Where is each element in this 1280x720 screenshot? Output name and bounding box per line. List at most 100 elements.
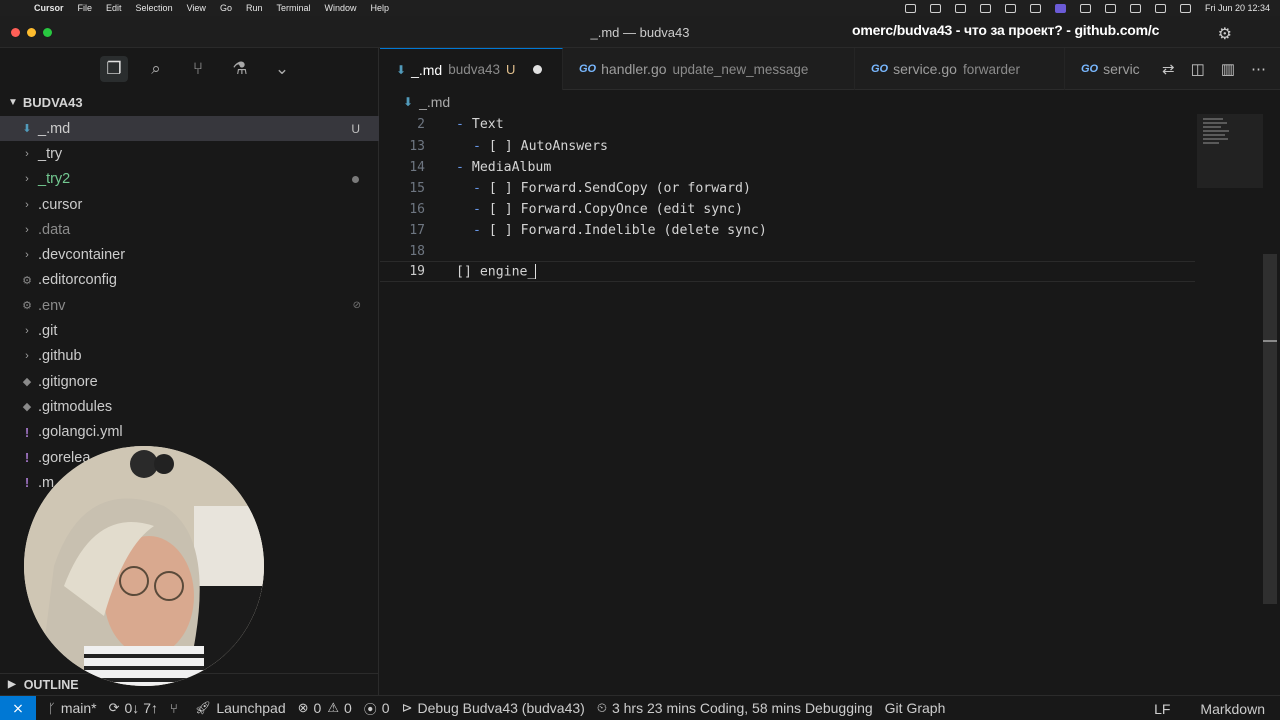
input-source-icon[interactable] <box>1104 3 1116 13</box>
code-text: - [ ] Forward.Indelible (delete sync) <box>473 223 767 238</box>
explorer-root-header[interactable]: ▼ BUDVA43 <box>0 92 379 112</box>
folder-item[interactable]: › .data <box>0 217 379 242</box>
remote-indicator-icon[interactable]: ⨯ <box>0 695 36 720</box>
search-icon[interactable] <box>1154 3 1166 13</box>
code-line[interactable]: 16 - [ ] Forward.CopyOnce (edit sync) <box>380 199 1195 220</box>
breadcrumb-file[interactable]: _.md <box>419 94 450 110</box>
menu-app[interactable]: Cursor <box>34 3 64 13</box>
control-center-icon[interactable] <box>1179 3 1191 13</box>
code-line[interactable]: 17 - [ ] Forward.Indelible (delete sync) <box>380 220 1195 241</box>
go-file-icon: GO <box>579 63 597 75</box>
yaml-file-icon: ! <box>24 475 30 491</box>
menu-file[interactable]: File <box>78 3 93 13</box>
folder-item[interactable]: › .cursor <box>0 192 379 217</box>
vertical-scrollbar[interactable] <box>1263 254 1277 604</box>
file-item[interactable]: ⬇ _.md U <box>0 116 379 142</box>
file-item[interactable]: ⚙ .env ⊘ <box>0 293 379 318</box>
go-file-icon: GO <box>1081 63 1099 75</box>
toggle-icon-item[interactable]: ⑂ <box>170 701 183 716</box>
volume-icon[interactable] <box>1079 3 1091 13</box>
file-item[interactable]: ◆ .gitignore <box>0 369 379 394</box>
testing-flask-icon[interactable]: ⚗ <box>226 56 254 82</box>
file-name: .data <box>38 221 71 238</box>
end-of-line[interactable]: LF <box>1154 701 1170 717</box>
tray-icon[interactable] <box>929 3 941 13</box>
file-item[interactable]: ! .golangci.yml <box>0 420 379 445</box>
folder-item[interactable]: › .devcontainer <box>0 242 379 267</box>
code-line[interactable]: 13 - [ ] AutoAnswers <box>380 136 1195 157</box>
code-line[interactable]: 14 - MediaAlbum <box>380 157 1195 178</box>
code-line[interactable]: 2 - Text <box>380 114 1195 135</box>
tray-icon[interactable] <box>904 3 916 13</box>
git-status-badge: U <box>351 121 360 136</box>
menu-go[interactable]: Go <box>220 3 232 13</box>
menu-selection[interactable]: Selection <box>136 3 173 13</box>
file-item[interactable]: ⚙ .editorconfig <box>0 268 379 293</box>
menubar-clock[interactable]: Fri Jun 20 12:34 <box>1205 3 1270 13</box>
menu-terminal[interactable]: Terminal <box>276 3 310 13</box>
folder-item[interactable]: › _try2 <box>0 167 379 192</box>
launchpad-item[interactable]: 🚀︎ Launchpad <box>195 700 286 716</box>
warning-count: 0 <box>343 700 352 716</box>
sync-status[interactable]: ⟳ 0↓ 7↑ <box>109 700 158 716</box>
explorer-files-icon[interactable]: ❐ <box>100 56 128 82</box>
chevron-right-icon: › <box>25 350 29 363</box>
file-name: .github <box>38 348 82 365</box>
folder-item[interactable]: › _try <box>0 141 379 166</box>
tab-description: forwarder <box>962 61 1020 77</box>
code-line[interactable]: 18 <box>380 241 1195 262</box>
webcam-person-image <box>24 446 264 686</box>
problems-indicator[interactable]: ⊗ 0 ⚠ 0 <box>298 700 352 716</box>
code-line[interactable]: 19 [] engine_ <box>380 261 1195 282</box>
open-preview-icon[interactable]: ◫ <box>1191 60 1205 78</box>
scrollbar-cursor-marker <box>1263 340 1277 342</box>
editor-tab-bar: ⬇ _.md budva43 U GO handler.go update_ne… <box>380 48 1280 90</box>
code-editor[interactable]: 2 - Text 13 - [ ] AutoAnswers 14 - MediaAlbum… <box>380 114 1200 684</box>
more-actions-icon[interactable]: ⋯ <box>1251 60 1266 78</box>
status-bar: ⨯ ᚴ main* ⟳ 0↓ 7↑ ⑂ 🚀︎ Launchpad ⊗ 0 ⚠ 0… <box>0 695 1280 720</box>
folder-item[interactable]: › .git <box>0 318 379 343</box>
tab-service-truncated[interactable]: GO servic <box>1065 48 1145 90</box>
tray-icon[interactable] <box>954 3 966 13</box>
menu-view[interactable]: View <box>187 3 206 13</box>
time-tracker-label: 3 hrs 23 mins Coding, 58 mins Debugging <box>611 700 873 716</box>
branch-indicator[interactable]: ᚴ main* <box>48 700 97 716</box>
tray-icon[interactable] <box>1004 3 1016 13</box>
gear-icon: ⚙ <box>22 274 32 287</box>
git-graph-item[interactable]: Git Graph <box>885 700 946 716</box>
tab-handler-go[interactable]: GO handler.go update_new_message <box>563 48 855 90</box>
source-control-icon[interactable]: ⑂ <box>184 56 212 82</box>
menu-edit[interactable]: Edit <box>106 3 122 13</box>
yaml-file-icon: ! <box>24 450 30 465</box>
tab-md[interactable]: ⬇ _.md budva43 U <box>380 48 563 90</box>
wifi-icon[interactable] <box>1129 3 1141 13</box>
settings-gear-icon[interactable]: ⚙ <box>1218 24 1232 44</box>
menu-run[interactable]: Run <box>246 3 263 13</box>
minimap[interactable] <box>1197 114 1263 188</box>
time-tracker[interactable]: ⏲ 3 hrs 23 mins Coding, 58 mins Debuggin… <box>597 700 873 716</box>
menu-help[interactable]: Help <box>371 3 390 13</box>
breadcrumb[interactable]: ⬇ _.md <box>403 94 450 110</box>
split-editor-icon[interactable]: ▥ <box>1221 60 1235 78</box>
screen-mirror-icon[interactable] <box>1054 3 1066 13</box>
compare-changes-icon[interactable]: ⇄ <box>1162 60 1175 78</box>
ports-indicator[interactable]: ⦿ 0 <box>364 699 390 718</box>
language-mode[interactable]: Markdown <box>1200 701 1265 717</box>
list-bullet: - <box>456 117 472 132</box>
debug-config[interactable]: ⊳ Debug Budva43 (budva43) <box>402 700 585 716</box>
tab-service-go[interactable]: GO service.go forwarder <box>855 48 1065 90</box>
tray-icon[interactable] <box>979 3 991 13</box>
minimap-line <box>1203 130 1229 132</box>
tray-icon[interactable] <box>1029 3 1041 13</box>
minimap-line <box>1203 118 1223 120</box>
code-line[interactable]: 15 - [ ] Forward.SendCopy (or forward) <box>380 178 1195 199</box>
folder-item[interactable]: › .github <box>0 344 379 369</box>
file-item[interactable]: ◆ .gitmodules <box>0 394 379 419</box>
chevron-down-icon[interactable]: ⌄ <box>268 56 296 82</box>
chevron-right-icon: ▶ <box>8 679 16 690</box>
code-text: - Text <box>456 117 504 132</box>
search-icon[interactable]: ⌕ <box>142 56 170 82</box>
menu-window[interactable]: Window <box>324 3 356 13</box>
markdown-file-icon: ⬇ <box>403 95 414 109</box>
unsaved-changes-dot-icon[interactable] <box>533 65 543 74</box>
